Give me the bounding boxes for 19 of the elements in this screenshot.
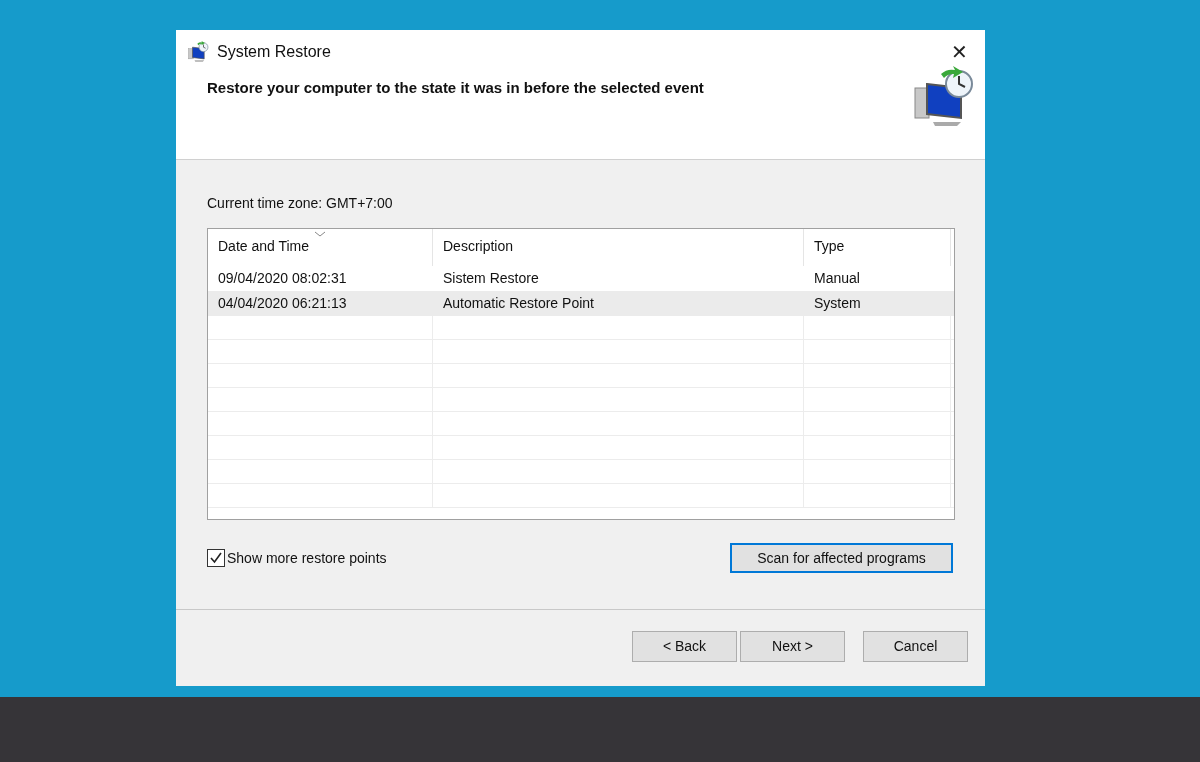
table-cell-text: 09/04/2020 08:02:31	[217, 269, 348, 288]
show-more-checkbox[interactable]: Show more restore points	[207, 547, 387, 569]
window-title: System Restore	[217, 42, 331, 62]
scan-button[interactable]: Scan for affected programs	[730, 543, 953, 573]
checkmark-icon	[209, 551, 223, 565]
time-zone-label: Current time zone: GMT+7:00	[207, 194, 394, 211]
dialog-heading: Restore your computer to the state it was in before the selected event	[207, 78, 704, 98]
table-cell-text: Sistem Restore	[442, 269, 540, 288]
table-cell-text: Automatic Restore Point	[442, 294, 595, 313]
table-row[interactable]: 04/04/2020 06:21:13 Automatic Restore Point System	[208, 291, 954, 316]
sort-caret-icon	[314, 231, 326, 237]
table-cell-text: Manual	[813, 269, 861, 288]
dialog-button[interactable]: Cancel	[863, 631, 968, 662]
table-cell-text: 04/04/2020 06:21:13	[217, 294, 348, 313]
dialog-button[interactable]: < Back	[632, 631, 737, 662]
close-button[interactable]: ✕	[944, 37, 974, 67]
restore-icon	[187, 41, 209, 63]
table-cell-text: System	[813, 294, 862, 313]
dialog-button[interactable]: Next >	[740, 631, 845, 662]
